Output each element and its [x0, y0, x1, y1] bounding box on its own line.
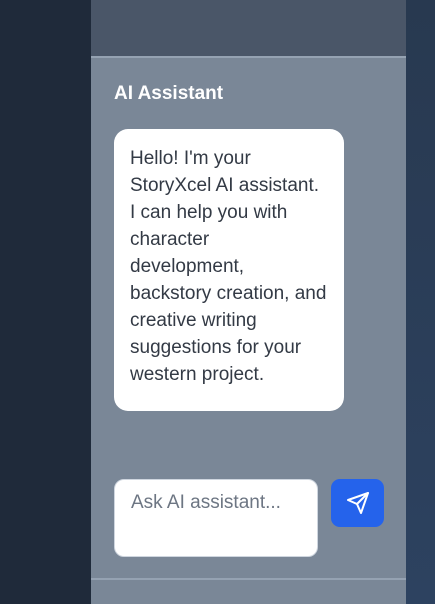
- assistant-input[interactable]: [114, 479, 318, 557]
- panel-header-area: [91, 0, 406, 58]
- background-right: [406, 0, 435, 604]
- ai-assistant-panel: AI Assistant Hello! I'm your StoryXcel A…: [91, 0, 406, 604]
- panel-divider: [91, 578, 406, 580]
- assistant-message-bubble: Hello! I'm your StoryXcel AI assistant. …: [114, 129, 344, 411]
- send-button[interactable]: [331, 479, 384, 527]
- assistant-title: AI Assistant: [114, 83, 224, 104]
- send-icon: [346, 492, 369, 514]
